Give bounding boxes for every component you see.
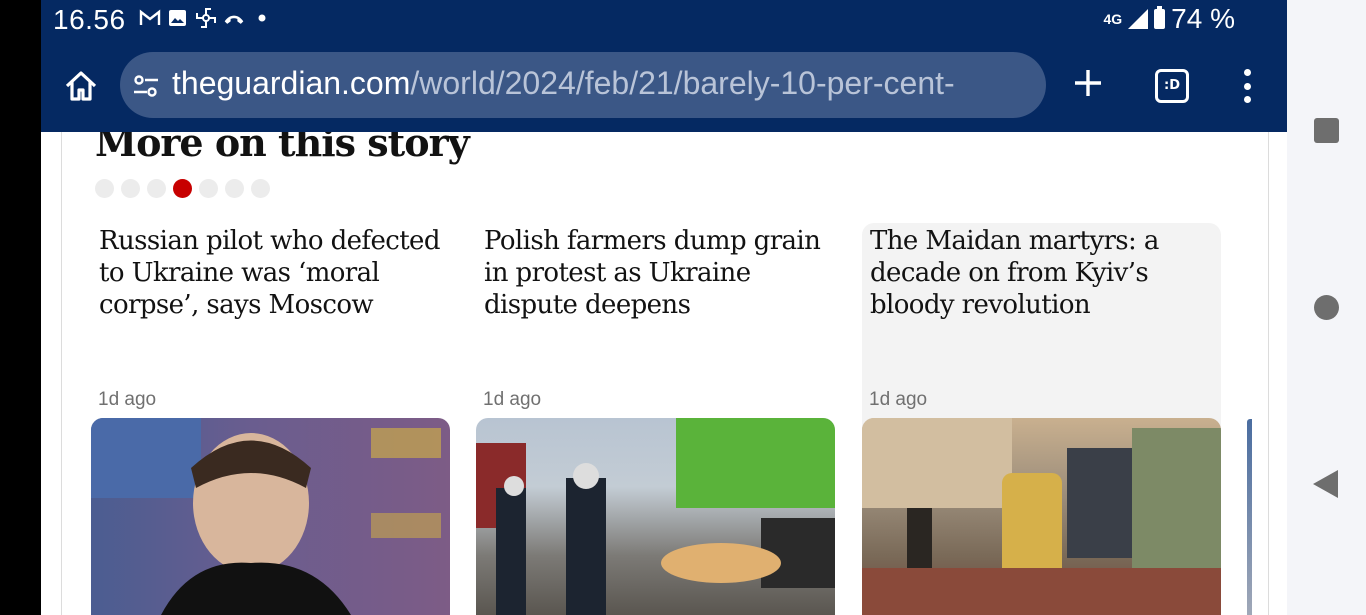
- card-timestamp: 1d ago: [98, 389, 157, 410]
- back-button[interactable]: [1313, 470, 1338, 498]
- signal-icon: [1128, 9, 1149, 29]
- url-path: /world/2024/feb/21/barely-10-per-cent-: [410, 65, 955, 101]
- tab-switcher-icon[interactable]: :D: [1155, 69, 1189, 103]
- card-headline[interactable]: The Maidan martyrs: a decade on from Kyi…: [870, 225, 1215, 321]
- browser-toolbar: theguardian.com/world/2024/feb/21/barely…: [41, 42, 1287, 132]
- pinwheel-icon: [195, 6, 217, 30]
- content-border-left: [61, 132, 62, 615]
- dot-icon: [251, 6, 273, 30]
- more-vert-icon[interactable]: [1241, 69, 1253, 103]
- carousel-dots: [95, 179, 270, 198]
- section-title: More on this story: [95, 132, 470, 165]
- next-card-peek[interactable]: [1247, 419, 1252, 615]
- card-image[interactable]: [862, 418, 1221, 615]
- gmail-icon: [139, 6, 161, 30]
- card-image[interactable]: [476, 418, 835, 615]
- card-timestamp: 1d ago: [869, 389, 928, 410]
- card-image[interactable]: [91, 418, 450, 615]
- recents-button[interactable]: [1314, 118, 1339, 143]
- card-headline[interactable]: Polish farmers dump grain in protest as …: [484, 225, 829, 321]
- story-card[interactable]: The Maidan martyrs: a decade on from Kyi…: [862, 223, 1221, 615]
- content-border-right: [1268, 132, 1269, 615]
- network-type: 4G: [1103, 11, 1123, 27]
- image-icon: [167, 6, 189, 30]
- carousel-dot[interactable]: [147, 179, 166, 198]
- address-bar[interactable]: theguardian.com/world/2024/feb/21/barely…: [120, 52, 1046, 118]
- plus-icon[interactable]: [1073, 68, 1103, 98]
- card-headline[interactable]: Russian pilot who defected to Ukraine wa…: [99, 225, 444, 321]
- carousel-dot[interactable]: [225, 179, 244, 198]
- carousel-dot[interactable]: [121, 179, 140, 198]
- home-icon[interactable]: [63, 68, 99, 104]
- url-host: theguardian.com: [172, 65, 411, 101]
- story-card[interactable]: Polish farmers dump grain in protest as …: [476, 223, 835, 615]
- carousel-dot[interactable]: [95, 179, 114, 198]
- status-bar: 16.56 4G 74 %: [41, 0, 1287, 42]
- carousel-dot-active[interactable]: [173, 179, 192, 198]
- tune-icon[interactable]: [132, 72, 160, 100]
- battery-icon: [1154, 6, 1166, 29]
- card-timestamp: 1d ago: [483, 389, 542, 410]
- screen-bezel: [0, 0, 41, 615]
- url-text[interactable]: theguardian.com/world/2024/feb/21/barely…: [172, 65, 955, 102]
- status-time: 16.56: [53, 4, 126, 35]
- page-content: More on this story Russian pilot who def…: [41, 132, 1287, 615]
- carousel-dot[interactable]: [199, 179, 218, 198]
- story-card[interactable]: Russian pilot who defected to Ukraine wa…: [91, 223, 450, 615]
- battery-percent: 74 %: [1171, 3, 1235, 34]
- notification-icons: [139, 6, 273, 30]
- home-button[interactable]: [1314, 295, 1339, 320]
- missed-call-icon: [223, 6, 245, 30]
- status-right: 4G 74 %: [1103, 3, 1235, 35]
- carousel-dot[interactable]: [251, 179, 270, 198]
